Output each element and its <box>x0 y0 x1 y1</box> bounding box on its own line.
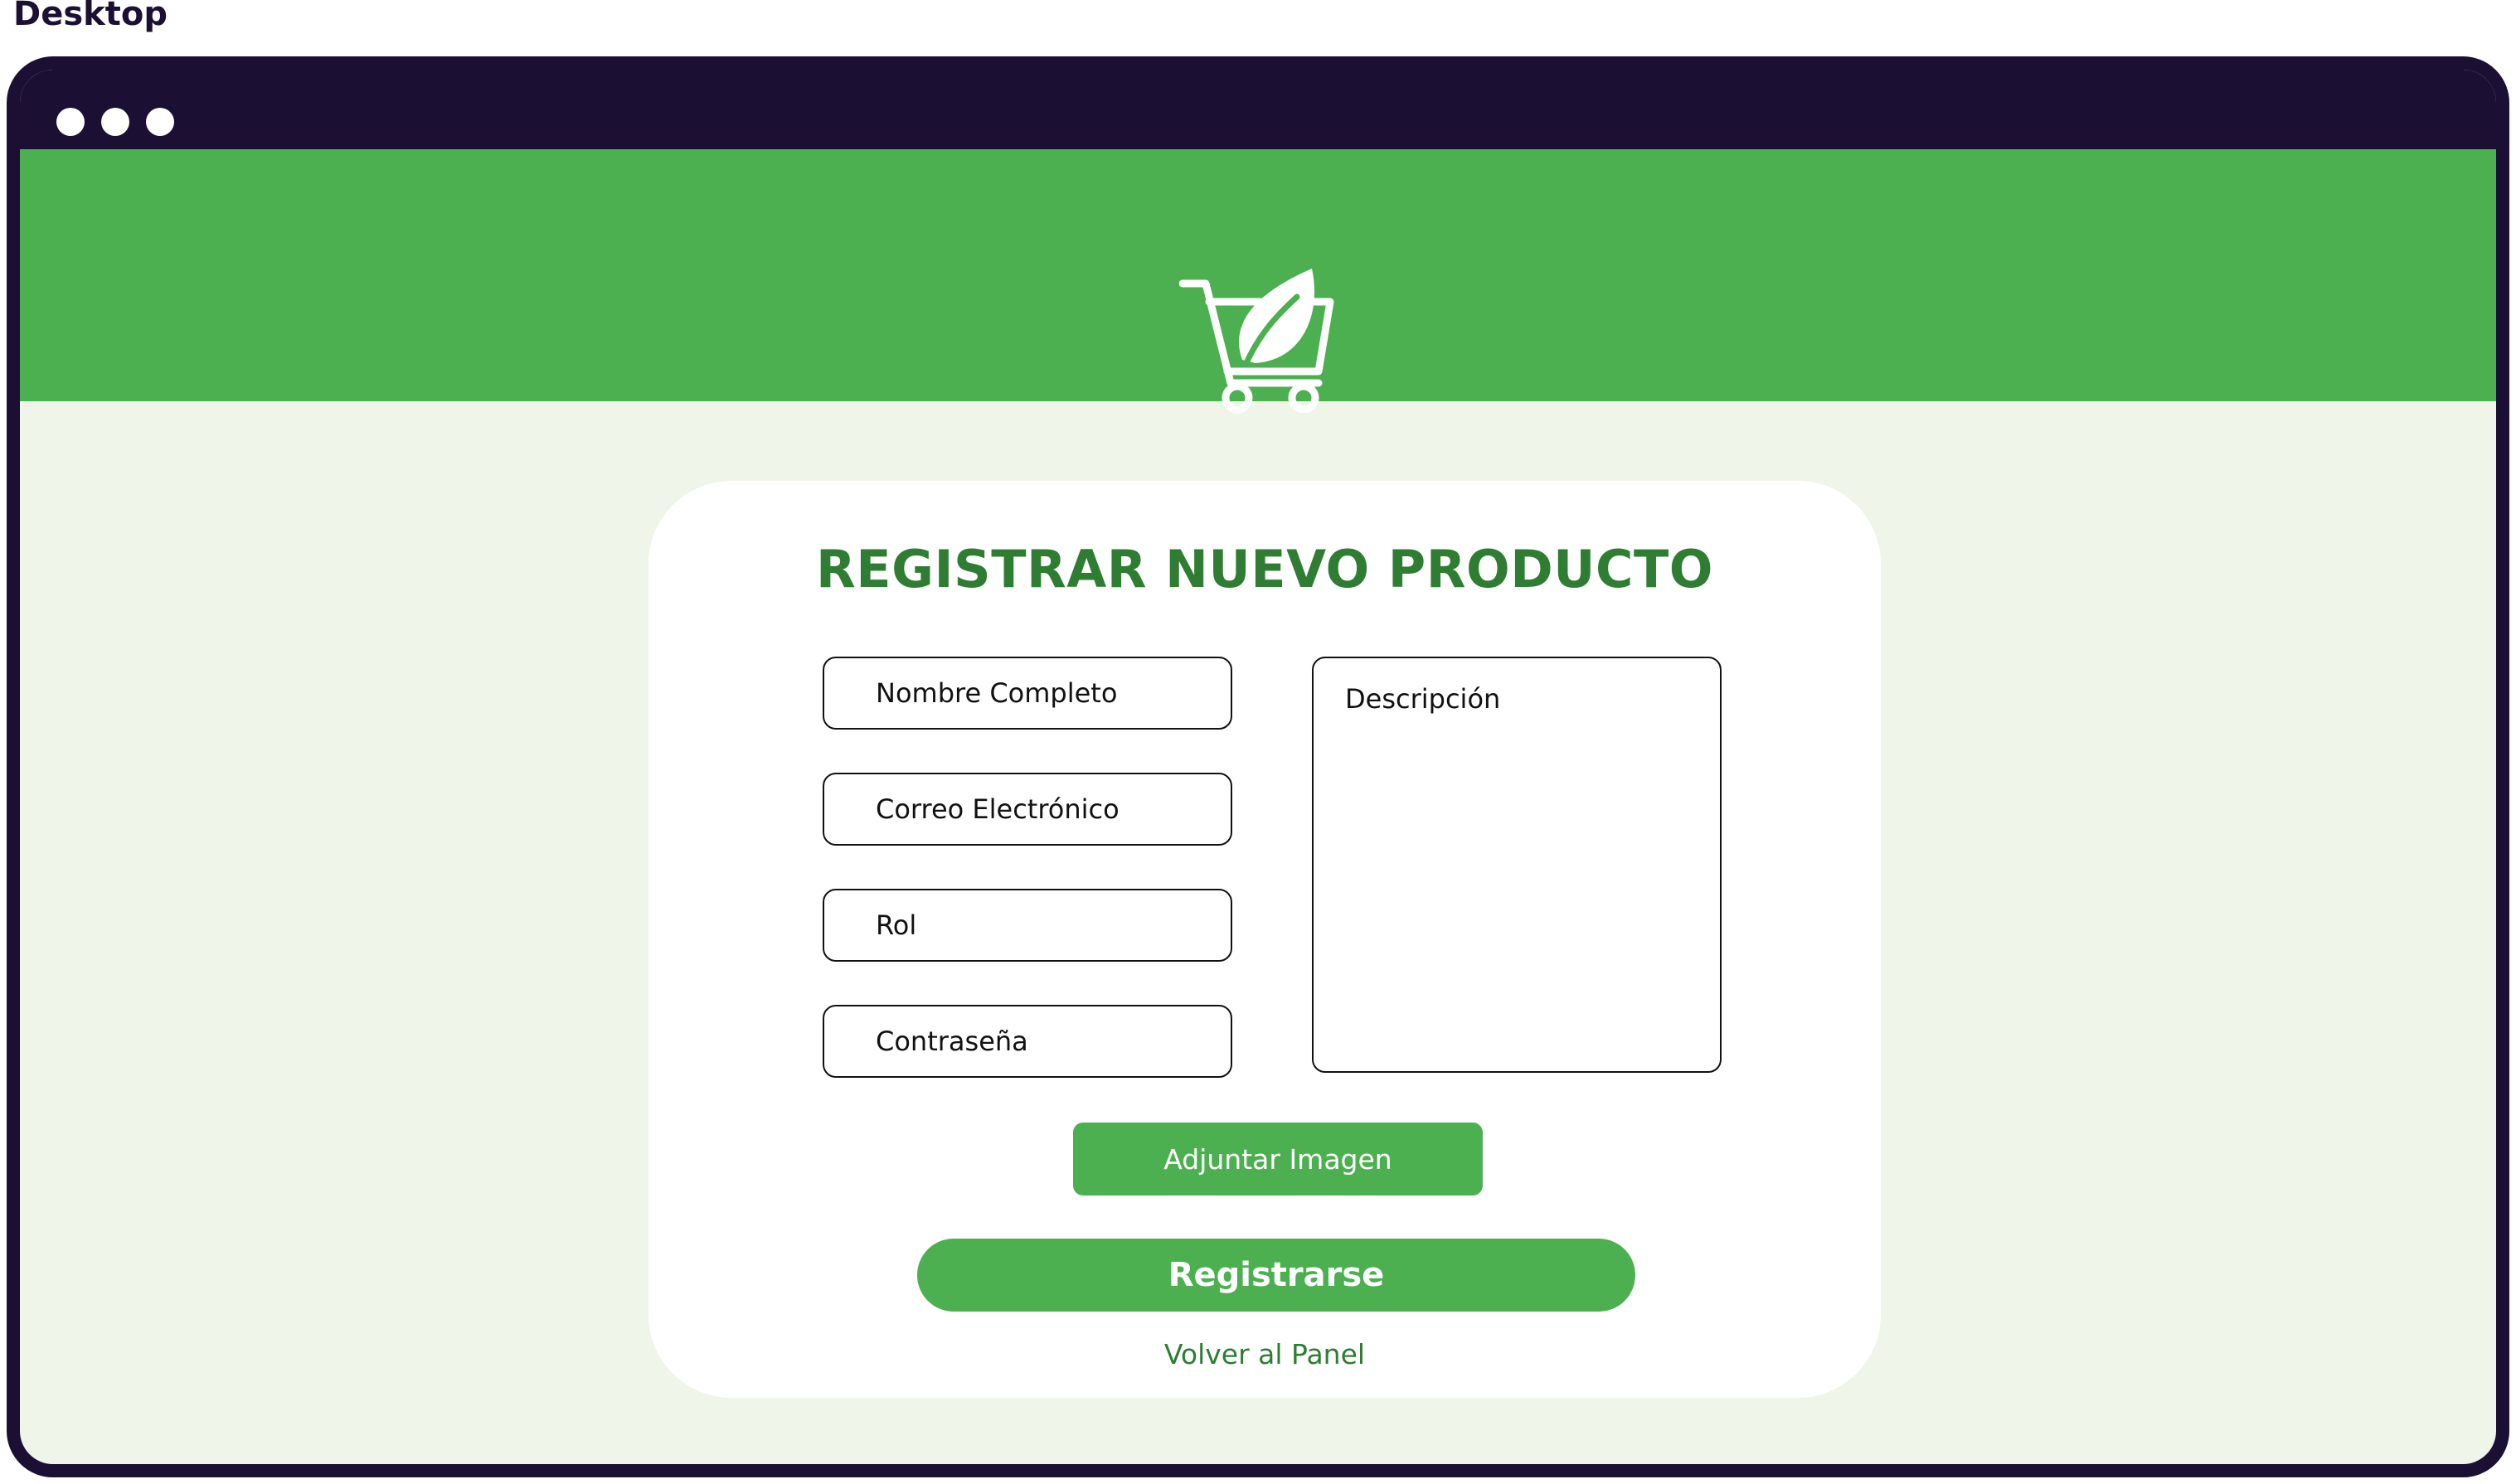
frame-label: Desktop <box>13 0 168 33</box>
back-to-panel-link[interactable]: Volver al Panel <box>648 1338 1881 1370</box>
app-header <box>20 149 2496 414</box>
browser-window: REGISTRAR NUEVO PRODUCTO Adjuntar Imagen… <box>7 56 2509 1477</box>
window-dot-icon[interactable] <box>101 108 129 136</box>
window-dot-icon[interactable] <box>56 108 85 136</box>
register-button[interactable]: Registrarse <box>917 1239 1635 1312</box>
attach-image-button[interactable]: Adjuntar Imagen <box>1073 1123 1483 1195</box>
page-title: REGISTRAR NUEVO PRODUCTO <box>815 539 1713 599</box>
full-name-input[interactable] <box>823 657 1232 730</box>
password-input[interactable] <box>823 1005 1232 1078</box>
window-dot-icon[interactable] <box>146 108 174 136</box>
shopping-cart-leaf-icon <box>1179 269 1334 414</box>
window-titlebar <box>20 70 2496 149</box>
email-input[interactable] <box>823 773 1232 846</box>
register-product-card: REGISTRAR NUEVO PRODUCTO Adjuntar Imagen… <box>648 481 1881 1398</box>
description-textarea[interactable] <box>1312 657 1722 1073</box>
role-input[interactable] <box>823 889 1232 962</box>
